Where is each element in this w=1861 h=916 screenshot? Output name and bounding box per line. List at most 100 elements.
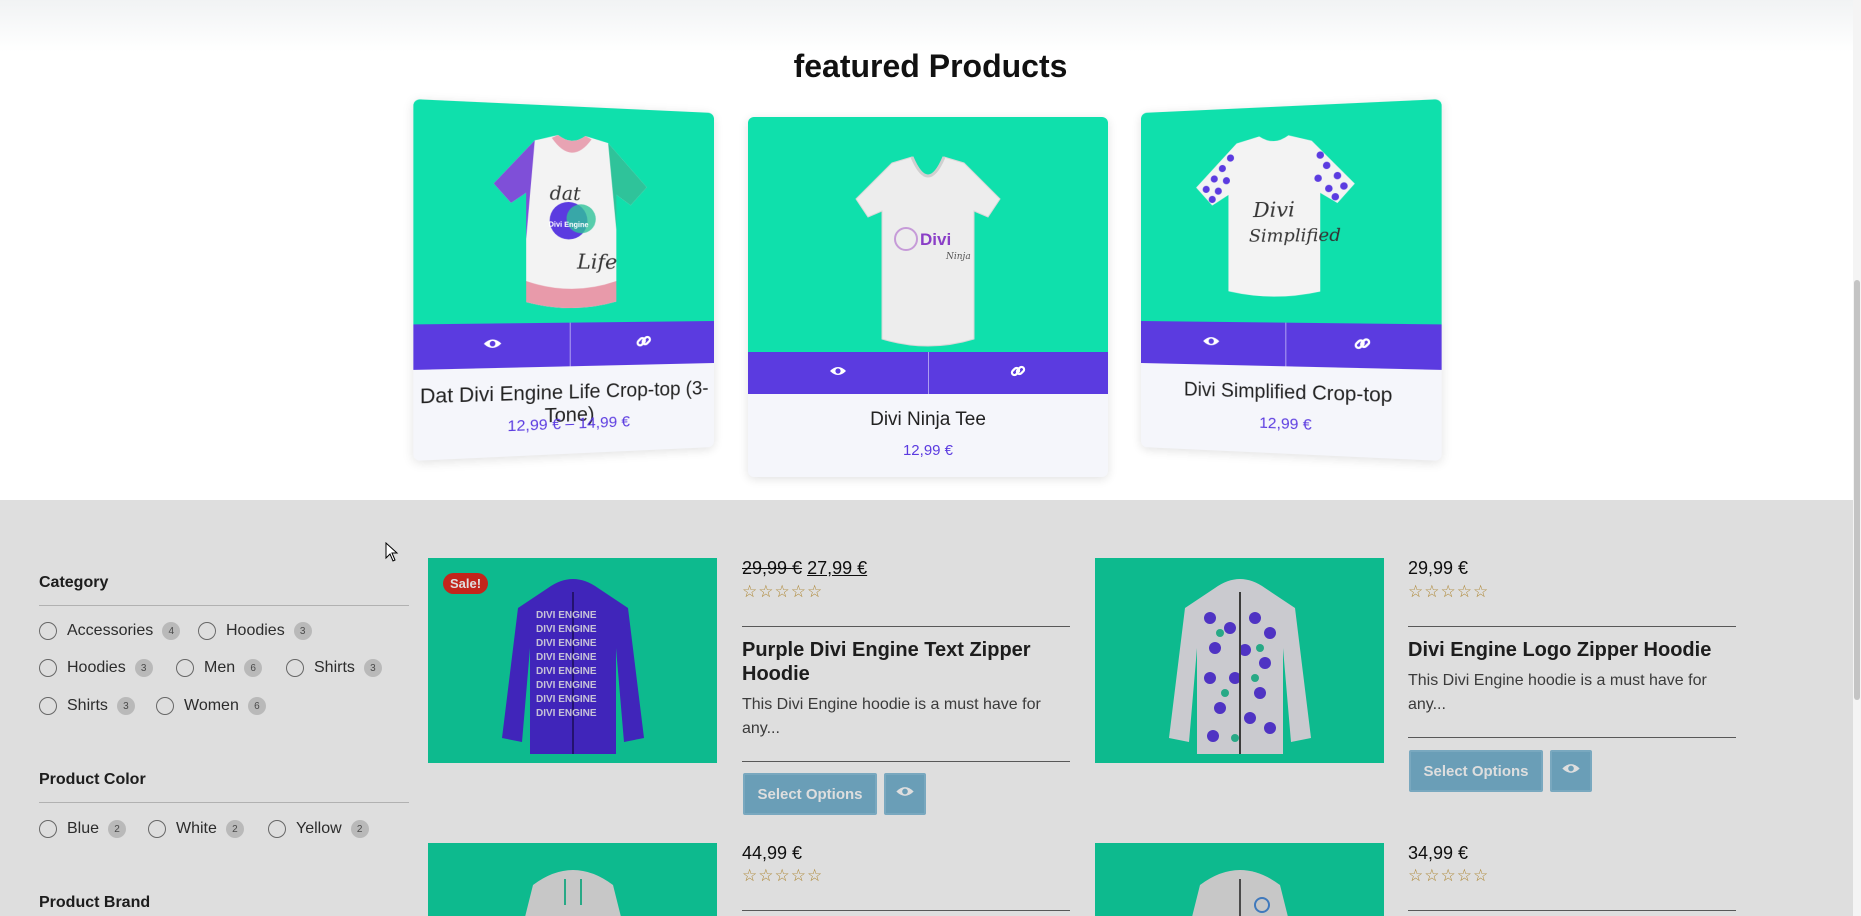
divider (1408, 910, 1736, 911)
filter-option[interactable]: Shirts 3 (286, 659, 382, 677)
link-icon (1353, 335, 1370, 358)
featured-card-ninja-tee[interactable]: Divi Ninja Divi Ninja Tee 12,99 € (748, 117, 1108, 477)
sale-badge: Sale! (443, 573, 489, 594)
featured-image[interactable]: dat Divi Engine Life (413, 99, 714, 325)
scrollbar[interactable] (1853, 0, 1861, 916)
checkbox[interactable] (39, 659, 57, 677)
filter-label: Hoodies (67, 659, 126, 676)
featured-name[interactable]: Divi Simplified Crop-top (1141, 378, 1442, 410)
checkbox[interactable] (156, 697, 174, 715)
filter-label: White (176, 820, 217, 837)
featured-image[interactable]: Divi Ninja (748, 117, 1108, 352)
crop-top-image: Divi Simplified (1196, 132, 1355, 297)
product-price: 29,99 € 27,99 € (742, 558, 867, 579)
star-rating: ☆☆☆☆☆ (1408, 582, 1490, 601)
filter-option[interactable]: Hoodies 3 (39, 659, 153, 677)
filter-label: Accessories (67, 622, 154, 639)
checkbox[interactable] (286, 659, 304, 677)
filter-option[interactable]: White 2 (148, 820, 244, 838)
divider (1408, 737, 1736, 738)
product-image[interactable] (1095, 843, 1384, 916)
checkbox[interactable] (39, 697, 57, 715)
hoodie-image (1192, 870, 1288, 916)
crop-top-print-line2: Simplified (1249, 224, 1341, 246)
count-badge: 3 (134, 659, 153, 677)
hoodie-print-row: DIVI ENGINE (536, 694, 597, 705)
divider (1408, 626, 1736, 627)
filter-option[interactable]: Shirts 3 (39, 697, 135, 715)
product-price: 44,99 € (742, 843, 803, 863)
divider (742, 761, 1070, 762)
select-options-button[interactable]: Select Options (1409, 750, 1543, 792)
count-badge: 4 (162, 622, 181, 640)
cursor-icon (385, 541, 399, 567)
star-rating: ☆☆☆☆☆ (742, 582, 824, 601)
filter-title-category: Category (39, 574, 109, 591)
link-icon (635, 332, 651, 354)
checkbox[interactable] (268, 820, 286, 838)
hoodie-image (525, 870, 621, 916)
hoodie-print-row: DIVI ENGINE (536, 680, 597, 691)
filter-label: Blue (67, 820, 100, 837)
filter-option[interactable]: Yellow 2 (268, 820, 369, 838)
count-badge: 2 (108, 820, 127, 838)
checkbox[interactable] (176, 659, 194, 677)
top-bar (0, 0, 1861, 52)
count-badge: 2 (225, 820, 244, 838)
filter-option[interactable]: Blue 2 (39, 820, 127, 838)
checkbox[interactable] (148, 820, 166, 838)
crop-top-print-top: dat (550, 183, 582, 205)
product-description: This Divi Engine hoodie is a must have f… (1408, 672, 1707, 713)
hoodie-print-row: DIVI ENGINE (536, 652, 597, 663)
scrollbar-thumb[interactable] (1854, 280, 1860, 700)
quick-view-button[interactable] (1141, 321, 1285, 366)
star-rating: ☆☆☆☆☆ (1408, 866, 1490, 885)
checkbox[interactable] (39, 820, 57, 838)
old-price: 29,99 € (742, 558, 803, 578)
count-badge: 3 (116, 697, 135, 715)
crop-top-print-line1: Divi (1252, 197, 1295, 222)
featured-price: 12,99 € (1259, 414, 1312, 434)
featured-name[interactable]: Divi Ninja Tee (748, 409, 1108, 431)
page: featured Products dat Divi Engine Life D… (0, 0, 1861, 916)
hoodie-image (1169, 579, 1311, 754)
divider (742, 910, 1070, 911)
product-title[interactable]: Divi Engine Logo Zipper Hoodie (1408, 638, 1748, 662)
quick-view-button[interactable] (413, 323, 569, 370)
quick-view-button[interactable] (748, 352, 928, 394)
product-link-button[interactable] (927, 352, 1109, 394)
filter-option[interactable]: Women 6 (156, 697, 266, 715)
featured-image[interactable]: Divi Simplified (1141, 99, 1442, 325)
tee-image: Divi Ninja (855, 156, 1001, 347)
product-description: This Divi Engine hoodie is a must have f… (742, 696, 1041, 737)
select-options-button[interactable]: Select Options (743, 773, 877, 815)
filter-option[interactable]: Hoodies 3 (198, 622, 312, 640)
product-link-button[interactable] (569, 321, 714, 367)
filter-title-brand: Product Brand (39, 894, 151, 911)
filter-option[interactable]: Men 6 (176, 659, 263, 677)
product-link-button[interactable] (1284, 322, 1442, 370)
count-badge: 6 (244, 659, 263, 677)
product-price: 34,99 € (1408, 843, 1469, 863)
featured-actions (748, 352, 1108, 394)
product-title[interactable]: Purple Divi Engine Text Zipper Hoodie (742, 638, 1062, 686)
link-icon (1010, 363, 1026, 384)
eye-icon (829, 364, 847, 382)
featured-card-dat-divi[interactable]: dat Divi Engine Life Dat Divi Engine Lif… (413, 99, 714, 461)
star-rating: ☆☆☆☆☆ (742, 866, 824, 885)
count-badge: 3 (363, 659, 382, 677)
hoodie-print-row: DIVI ENGINE (536, 624, 597, 635)
divider (39, 802, 409, 803)
featured-actions (413, 321, 714, 370)
featured-price: 12,99 € (902, 442, 954, 459)
count-badge: 6 (247, 697, 266, 715)
checkbox[interactable] (198, 622, 216, 640)
product-image[interactable] (1095, 558, 1384, 763)
checkbox[interactable] (39, 622, 57, 640)
quick-view-button[interactable] (1550, 750, 1592, 792)
tee-print-sub: Ninja (945, 252, 971, 262)
product-image[interactable] (428, 843, 717, 916)
filter-option[interactable]: Accessories 4 (39, 622, 181, 640)
quick-view-button[interactable] (884, 773, 926, 815)
featured-card-divi-simplified[interactable]: Divi Simplified Divi Simplified Crop-top… (1141, 99, 1442, 461)
